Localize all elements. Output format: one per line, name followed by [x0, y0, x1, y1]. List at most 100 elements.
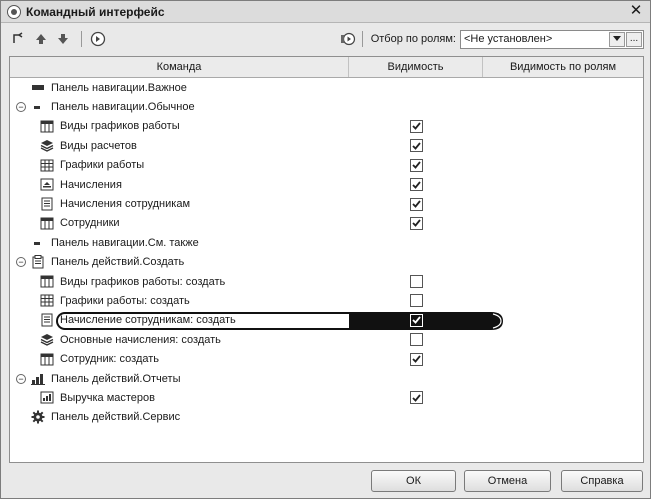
toolbar: Отбор по ролям: <Не установлен> ... [1, 24, 650, 54]
collapse-icon[interactable]: − [16, 257, 26, 268]
move-up-icon[interactable] [31, 29, 51, 49]
dialog-buttons: ОК Отмена Справка [1, 466, 650, 500]
visibility-cell [349, 391, 483, 405]
table-row[interactable]: Графики работы: создать [10, 291, 643, 310]
table-row[interactable]: Панель навигации.Важное [10, 78, 643, 97]
navigate-icon[interactable] [88, 29, 108, 49]
visibility-checkbox[interactable] [409, 333, 423, 347]
table-row[interactable]: Выручка мастеров [10, 388, 643, 407]
table-row[interactable]: Виды расчетов [10, 136, 643, 155]
command-label: Панель навигации.Обычное [51, 101, 195, 114]
visibility-cell [349, 139, 483, 153]
command-label: Виды графиков работы: создать [60, 275, 226, 288]
table-row[interactable]: − Панель действий.Отчеты [10, 369, 643, 388]
command-cell[interactable]: − Панель действий.Создать [10, 255, 349, 269]
visibility-checkbox[interactable] [409, 197, 423, 211]
header-role-visibility[interactable]: Видимость по ролям [483, 57, 643, 77]
header-visibility[interactable]: Видимость [349, 57, 483, 77]
table-row[interactable]: Основные начисления: создать [10, 330, 643, 349]
visibility-checkbox[interactable] [409, 119, 423, 133]
table-row[interactable]: Сотрудник: создать [10, 349, 643, 368]
select-more-button[interactable]: ... [626, 31, 642, 47]
command-cell[interactable]: Панель навигации.Важное [10, 81, 349, 94]
document-icon [40, 197, 54, 211]
command-cell[interactable]: − Панель навигации.Обычное [10, 101, 349, 114]
command-label: Начисления [60, 178, 122, 191]
command-cell[interactable]: Сотрудник: создать [10, 353, 349, 366]
apply-filter-icon[interactable] [338, 29, 358, 49]
help-button[interactable]: Справка [561, 470, 643, 492]
table-row[interactable]: Панель действий.Сервис [10, 408, 643, 427]
visibility-checkbox[interactable] [409, 216, 423, 230]
table-row[interactable]: Начисления [10, 175, 643, 194]
selection-highlight [56, 311, 486, 330]
table-row[interactable]: − Панель действий.Создать [10, 253, 643, 272]
catalog-icon [40, 275, 54, 288]
command-label: Виды расчетов [60, 139, 137, 152]
table-row[interactable]: − Панель навигации.Обычное [10, 97, 643, 116]
command-label: Выручка мастеров [60, 391, 155, 404]
command-cell[interactable]: Виды расчетов [10, 139, 349, 153]
visibility-checkbox[interactable] [409, 139, 423, 153]
visibility-checkbox[interactable] [409, 178, 423, 192]
move-to-group-icon[interactable] [9, 29, 29, 49]
ok-button[interactable]: ОК [371, 470, 456, 492]
visibility-checkbox[interactable] [409, 275, 423, 289]
command-cell[interactable]: Сотрудники [10, 217, 349, 230]
chart-of-calc-icon [40, 139, 54, 153]
panel-bar-icon [31, 81, 45, 94]
table-row[interactable]: Графики работы [10, 156, 643, 175]
command-cell[interactable]: Панель действий.Сервис [10, 410, 349, 424]
visibility-cell [349, 178, 483, 192]
command-cell[interactable]: Виды графиков работы [10, 120, 349, 133]
visibility-checkbox[interactable] [409, 294, 423, 308]
toolbar-separator [81, 31, 82, 47]
command-label: Сотрудник: создать [60, 353, 160, 366]
panel-bar-small-icon [31, 236, 45, 249]
close-icon[interactable]: ✕ [628, 3, 644, 19]
command-label: Панель действий.Создать [51, 256, 185, 269]
visibility-cell [349, 294, 483, 308]
cancel-button[interactable]: Отмена [464, 470, 551, 492]
table-row[interactable]: Панель навигации.См. также [10, 233, 643, 252]
window-title: Командный интерфейс [26, 4, 165, 19]
window-icon [7, 4, 21, 19]
table-row[interactable]: Начисление сотрудникам: создать [10, 311, 643, 330]
command-cell[interactable]: Графики работы [10, 159, 349, 172]
chevron-down-icon[interactable] [609, 31, 625, 47]
role-filter-select[interactable]: <Не установлен> ... [460, 29, 644, 49]
command-cell[interactable]: Начисления [10, 178, 349, 191]
command-label: Основные начисления: создать [60, 333, 221, 346]
visibility-checkbox[interactable] [409, 352, 423, 366]
table-row[interactable]: Начисления сотрудникам [10, 194, 643, 213]
command-cell[interactable]: Основные начисления: создать [10, 333, 349, 347]
table-row[interactable]: Виды графиков работы: создать [10, 272, 643, 291]
visibility-cell [349, 333, 483, 347]
report-icon [40, 391, 54, 404]
gear-icon [31, 410, 45, 424]
command-cell[interactable]: Выручка мастеров [10, 391, 349, 404]
visibility-cell [349, 197, 483, 211]
visibility-cell [349, 158, 483, 172]
table-row[interactable]: Виды графиков работы [10, 117, 643, 136]
command-cell[interactable]: Виды графиков работы: создать [10, 275, 349, 288]
table-header: Команда Видимость Видимость по ролям [10, 57, 643, 78]
document-icon [40, 313, 54, 327]
visibility-checkbox[interactable] [409, 158, 423, 172]
toolbar-separator [361, 31, 363, 47]
command-cell[interactable]: Начисления сотрудникам [10, 197, 349, 211]
collapse-icon[interactable]: − [16, 373, 26, 384]
collapse-icon[interactable]: − [16, 102, 26, 113]
table-row[interactable]: Сотрудники [10, 214, 643, 233]
catalog-icon [40, 353, 54, 366]
command-cell[interactable]: Графики работы: создать [10, 294, 349, 307]
command-label: Панель навигации.Важное [51, 81, 187, 94]
commands-table[interactable]: Команда Видимость Видимость по ролям Пан… [9, 56, 644, 463]
title-bar: Командный интерфейс ✕ [1, 1, 650, 23]
move-down-icon[interactable] [53, 29, 73, 49]
visibility-cell [349, 119, 483, 133]
command-cell[interactable]: − Панель действий.Отчеты [10, 372, 349, 386]
command-cell[interactable]: Панель навигации.См. также [10, 236, 349, 249]
visibility-checkbox[interactable] [409, 391, 423, 405]
header-command[interactable]: Команда [10, 57, 349, 77]
